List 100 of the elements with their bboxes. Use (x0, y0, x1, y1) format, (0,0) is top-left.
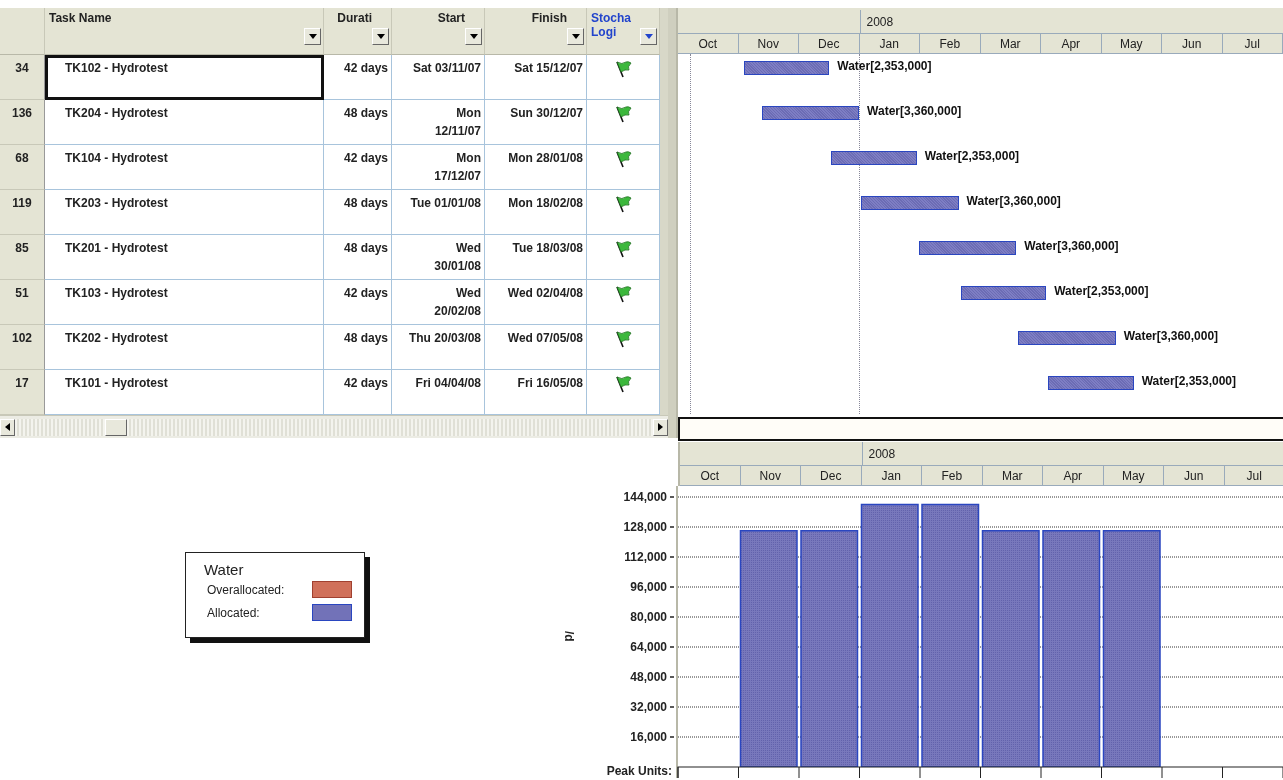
month-label: Apr (1043, 466, 1104, 485)
tick-label: 64,000 (630, 640, 675, 654)
start-cell: Wed 20/02/08 (392, 280, 485, 325)
finish-cell: Fri 16/05/08 (485, 370, 587, 415)
tick-label: 32,000 (630, 700, 675, 714)
task-bar[interactable] (960, 286, 1047, 300)
tick-label: 128,000 (623, 520, 675, 534)
task-name-cell[interactable]: TK204 - Hydrotest (45, 100, 324, 145)
task-name-cell[interactable]: TK203 - Hydrotest (45, 190, 324, 235)
month-label: Nov (738, 34, 799, 53)
task-bar[interactable] (918, 241, 1017, 255)
row-number: 17 (0, 370, 45, 415)
start-cell: Fri 04/04/08 (392, 370, 485, 415)
task-bar[interactable] (743, 61, 830, 75)
duration-cell: 42 days (324, 145, 392, 190)
start-cell: Thu 20/03/08 (392, 325, 485, 370)
month-label: Jul (1224, 466, 1283, 485)
dropdown-button[interactable] (372, 28, 389, 45)
month-label: Feb (922, 466, 983, 485)
task-name-cell[interactable]: TK202 - Hydrotest (45, 325, 324, 370)
y-tick-label: 96,000 (630, 580, 668, 594)
column-header: Finish (530, 11, 567, 25)
column-header: Start (436, 11, 465, 25)
finish-cell: Mon 18/02/08 (485, 190, 587, 235)
finish-cell: Sun 30/12/07 (485, 100, 587, 145)
row-number: 119 (0, 190, 45, 235)
dropdown-button[interactable] (465, 28, 482, 45)
y-tick-label: 64,000 (630, 640, 668, 654)
month-label: Jun (1162, 34, 1223, 53)
resource-label: Water[2,353,000] (1054, 284, 1149, 298)
column-header: Durati (336, 11, 372, 25)
finish-cell: Mon 28/01/08 (485, 145, 587, 190)
month-label: Jun (1164, 466, 1225, 485)
task-name-cell[interactable]: TK102 - Hydrotest (45, 55, 324, 100)
caret-icon (644, 34, 653, 39)
resource-label: Water[2,353,000] (1141, 374, 1236, 388)
start-cell: Mon 12/11/07 (392, 100, 485, 145)
month-label: Dec (799, 34, 860, 53)
legend-label: Overallocated: (207, 582, 285, 597)
duration-cell: 42 days (324, 370, 392, 415)
finish-cell: Sat 15/12/07 (485, 55, 587, 100)
month-label: Apr (1041, 34, 1102, 53)
resource-label: Water[3,360,000] (966, 194, 1061, 208)
dropdown-button[interactable] (640, 28, 657, 45)
axis-label: /d (562, 631, 576, 642)
row-number: 51 (0, 280, 45, 325)
finish-cell: Tue 18/03/08 (485, 235, 587, 280)
duration-cell: 48 days (324, 100, 392, 145)
tick-label: 80,000 (630, 610, 675, 624)
month-label: Jan (859, 34, 920, 53)
duration-cell: 48 days (324, 325, 392, 370)
month-label: Mar (982, 466, 1043, 485)
scroll-right-button[interactable] (653, 418, 668, 436)
task-name-cell[interactable]: TK201 - Hydrotest (45, 235, 324, 280)
resource-label: Water[3,360,000] (1024, 239, 1119, 253)
peak-units-label: Peak Units: (606, 764, 672, 778)
start-cell: Sat 03/11/07 (392, 55, 485, 100)
y-tick-label: 16,000 (630, 730, 668, 744)
scroll-left-button[interactable] (0, 418, 15, 436)
duration-cell: 48 days (324, 190, 392, 235)
y-tick-label: 80,000 (630, 610, 668, 624)
legend-label: Allocated: (207, 605, 260, 620)
dropdown-button[interactable] (567, 28, 584, 45)
month-label: May (1103, 466, 1164, 485)
tick-label: 144,000 (623, 490, 675, 504)
month-label: Oct (678, 34, 739, 53)
task-name-cell[interactable]: TK101 - Hydrotest (45, 370, 324, 415)
left-arrow-icon (5, 423, 10, 431)
legend-title: Water (204, 561, 245, 578)
duration-cell: 48 days (324, 235, 392, 280)
task-name-cell[interactable]: TK103 - Hydrotest (45, 280, 324, 325)
task-name-cell[interactable]: TK104 - Hydrotest (45, 145, 324, 190)
row-number: 68 (0, 145, 45, 190)
month-label: Jan (861, 466, 922, 485)
month-label: Jul (1222, 34, 1283, 53)
tick-label: 112,000 (624, 550, 675, 564)
caret-icon (308, 34, 317, 39)
right-arrow-icon (658, 423, 663, 431)
column-header: Stocha Logi (591, 11, 632, 39)
duration-cell: 42 days (324, 55, 392, 100)
caret-icon (469, 34, 478, 39)
caret-icon (571, 34, 580, 39)
tick-label: 48,000 (630, 670, 675, 684)
year-label: 2008 (865, 14, 894, 31)
caret-icon (376, 34, 385, 39)
column-header: Task Name (49, 11, 113, 25)
dropdown-button[interactable] (304, 28, 321, 45)
row-number: 136 (0, 100, 45, 145)
duration-cell: 42 days (324, 280, 392, 325)
horizontal-scrollbar[interactable] (15, 418, 653, 436)
resource-label: Water[2,353,000] (837, 59, 932, 73)
month-label: Oct (680, 466, 741, 485)
start-cell: Tue 01/01/08 (392, 190, 485, 235)
y-tick-label: 32,000 (630, 700, 668, 714)
month-label: Dec (801, 466, 862, 485)
finish-cell: Wed 02/04/08 (485, 280, 587, 325)
month-label: Feb (920, 34, 981, 53)
scroll-thumb[interactable] (105, 418, 127, 436)
tick-label: 16,000 (630, 730, 675, 744)
row-number: 102 (0, 325, 45, 370)
